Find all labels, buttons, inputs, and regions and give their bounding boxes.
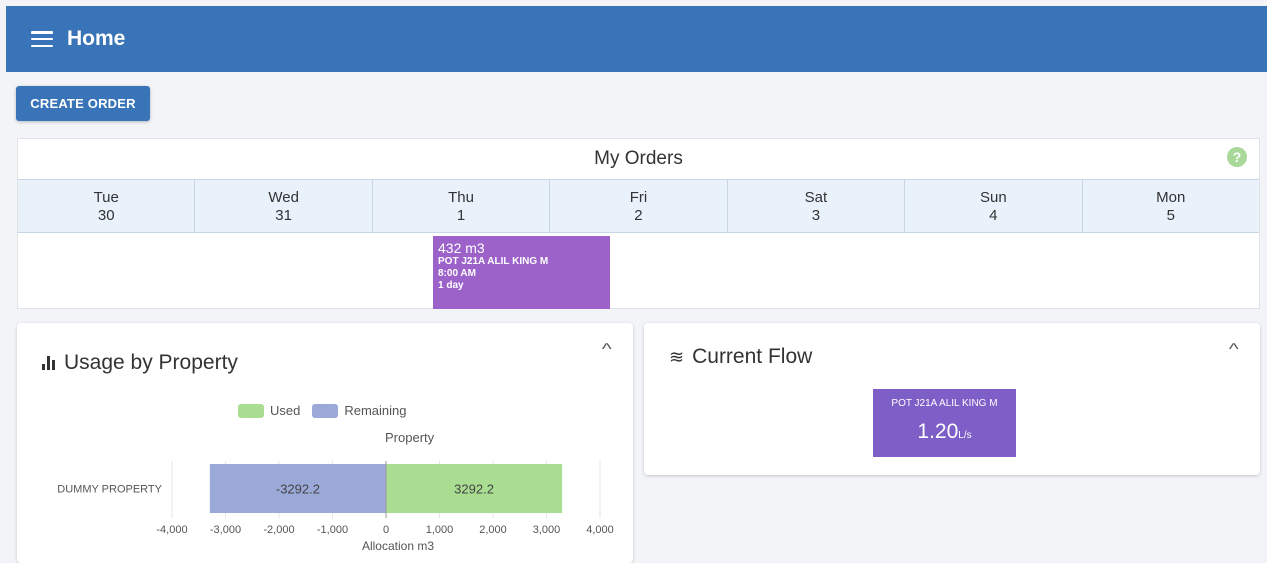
day-column-sat[interactable]: Sat 3 [728, 180, 906, 232]
current-flow-card: ≋ Current Flow ^ POT J21A ALIL KING M 1.… [644, 323, 1260, 475]
flow-property-name: POT J21A ALIL KING M [891, 398, 998, 409]
page-title: Home [67, 27, 126, 50]
x-tick-label: -4,000 [156, 524, 187, 536]
order-event[interactable]: 432 m3 POT J21A ALIL KING M 8:00 AM 1 da… [433, 236, 610, 309]
x-tick-label: -3,000 [210, 524, 241, 536]
day-column-thu[interactable]: Thu 1 [373, 180, 551, 232]
x-tick-label: 1,000 [426, 524, 454, 536]
flow-value: 1.20 [917, 420, 959, 443]
order-quantity: 432 m3 [438, 240, 485, 256]
x-tick-label: 4,000 [586, 524, 614, 536]
day-column-wed[interactable]: Wed 31 [195, 180, 373, 232]
usage-chart: -4,000 -3,000 -2,000 -1,000 0 1,000 2,000 3,000… [57, 461, 614, 553]
hamburger-menu-icon[interactable] [31, 31, 53, 47]
order-property: POT J21A ALIL KING M [438, 256, 549, 267]
data-label: 3292.2 [454, 482, 494, 497]
data-label: -3292.2 [276, 482, 320, 497]
order-duration: 1 day [438, 280, 464, 291]
waves-icon: ≋ [669, 347, 685, 367]
day-column-sun[interactable]: Sun 4 [905, 180, 1083, 232]
calendar-day-header: Tue 30 Wed 31 Thu 1 Fri 2 Sat 3 Sun 4 Mon 5 [18, 179, 1259, 233]
app-bar: Home [6, 6, 1267, 72]
day-column-fri[interactable]: Fri 2 [550, 180, 728, 232]
x-tick-label: 0 [383, 524, 389, 536]
create-order-button[interactable]: CREATE ORDER [16, 86, 150, 121]
day-column-tue[interactable]: Tue 30 [18, 180, 196, 232]
day-column-mon[interactable]: Mon 5 [1083, 180, 1259, 232]
x-tick-label: 2,000 [479, 524, 507, 536]
flow-unit: L/s [958, 430, 972, 441]
order-time: 8:00 AM [438, 268, 476, 279]
flow-tile[interactable]: POT J21A ALIL KING M 1.20L/s [873, 389, 1016, 457]
flow-title: Current Flow [692, 345, 813, 368]
x-tick-label: 3,000 [533, 524, 561, 536]
help-icon[interactable]: ? [1227, 147, 1247, 167]
usage-by-property-card: Usage by Property ^ Used Remaining Prope… [17, 323, 633, 563]
my-orders-calendar: My Orders ? Tue 30 Wed 31 Thu 1 Fri 2 Sat 3 S… [17, 138, 1260, 309]
x-tick-label: -1,000 [317, 524, 348, 536]
x-tick-label: -2,000 [263, 524, 294, 536]
y-category-label: DUMMY PROPERTY [57, 484, 162, 496]
collapse-flow-icon[interactable]: ^ [1229, 341, 1239, 359]
x-axis-label: Allocation m3 [362, 539, 434, 553]
orders-title: My Orders [594, 148, 683, 169]
